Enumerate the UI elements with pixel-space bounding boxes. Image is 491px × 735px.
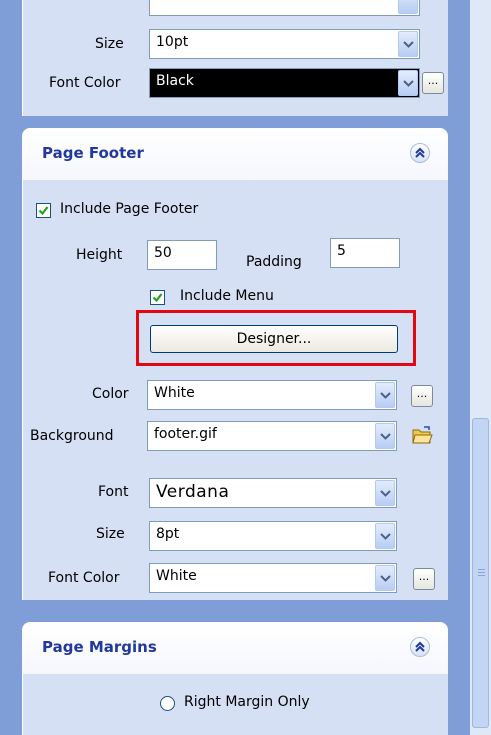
scrollbar-thumb[interactable] xyxy=(472,418,489,728)
grip-line xyxy=(478,572,485,573)
size-label: Size xyxy=(95,36,124,52)
include-menu-checkbox[interactable] xyxy=(150,290,165,305)
color-dropdown[interactable]: White xyxy=(147,380,397,410)
right-margin-only-radio[interactable] xyxy=(160,696,175,711)
font-value: Verdana xyxy=(156,482,230,502)
open-folder-icon[interactable] xyxy=(411,424,433,446)
background-label: Background xyxy=(30,428,114,444)
include-menu-label: Include Menu xyxy=(180,288,274,304)
font-color-value: Black xyxy=(156,73,194,89)
font-dropdown-partial[interactable] xyxy=(149,0,420,16)
size-dropdown-footer[interactable]: 8pt xyxy=(149,521,397,551)
grip-line xyxy=(478,575,485,576)
chevron-down-icon[interactable] xyxy=(375,523,395,549)
color-picker-button[interactable]: ... xyxy=(411,385,433,407)
collapse-icon[interactable] xyxy=(410,143,430,163)
chevron-down-icon[interactable] xyxy=(375,423,395,449)
dropdown-arrow-button[interactable] xyxy=(398,0,418,14)
right-margin-only-label: Right Margin Only xyxy=(184,694,310,710)
size-label-footer: Size xyxy=(96,526,125,542)
background-value: footer.gif xyxy=(154,426,217,442)
page-footer-title: Page Footer xyxy=(42,144,144,162)
font-color-label-footer: Font Color xyxy=(48,570,120,586)
font-dropdown[interactable]: Verdana xyxy=(149,478,397,508)
include-page-footer-checkbox[interactable] xyxy=(36,203,51,218)
height-input[interactable]: 50 xyxy=(147,240,217,270)
color-value: White xyxy=(154,385,195,401)
font-color-picker-button-footer[interactable]: ... xyxy=(413,568,435,590)
font-label: Font xyxy=(98,484,129,500)
font-color-picker-button[interactable]: ... xyxy=(422,72,444,94)
chevron-down-icon[interactable] xyxy=(375,382,395,408)
padding-value: 5 xyxy=(337,243,346,259)
font-color-label: Font Color xyxy=(49,75,121,91)
page-margins-header[interactable]: Page Margins xyxy=(22,622,448,674)
chevron-down-icon[interactable] xyxy=(398,31,418,57)
background-dropdown[interactable]: footer.gif xyxy=(147,421,397,451)
height-value: 50 xyxy=(154,245,172,261)
size-dropdown[interactable]: 10pt xyxy=(149,29,420,59)
font-color-dropdown-footer[interactable]: White xyxy=(149,563,397,593)
chevron-down-icon[interactable] xyxy=(375,480,395,506)
height-label: Height xyxy=(76,247,123,263)
grip-line xyxy=(478,569,485,570)
padding-input[interactable]: 5 xyxy=(330,238,400,268)
chevron-down-icon[interactable] xyxy=(398,70,418,96)
include-page-footer-label: Include Page Footer xyxy=(60,201,199,217)
padding-label: Padding xyxy=(246,254,302,270)
color-label: Color xyxy=(92,386,129,402)
size-value: 10pt xyxy=(156,34,189,50)
collapse-icon[interactable] xyxy=(410,637,430,657)
font-color-value-footer: White xyxy=(156,568,197,584)
page-footer-header[interactable]: Page Footer xyxy=(22,128,448,180)
page-margins-title: Page Margins xyxy=(42,638,157,656)
highlight-box xyxy=(136,310,416,366)
size-value-footer: 8pt xyxy=(156,526,180,542)
text-settings-section: Size 10pt Font Color Black ... xyxy=(22,0,448,116)
font-color-dropdown[interactable]: Black xyxy=(149,68,420,98)
chevron-down-icon[interactable] xyxy=(375,565,395,591)
